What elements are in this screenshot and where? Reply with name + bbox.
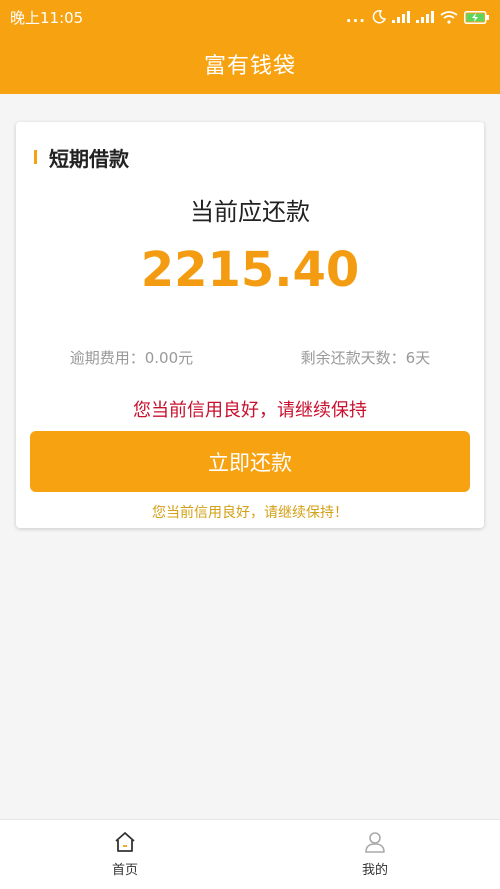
overdue-fee: 逾期费用：0.00元 xyxy=(69,349,194,367)
tab-mine[interactable]: 我的 xyxy=(250,820,500,889)
repay-now-button[interactable]: 立即还款 xyxy=(30,431,470,492)
signal-icon xyxy=(416,11,434,23)
card-title: 短期借款 xyxy=(49,146,129,171)
credit-status-message: 您当前信用良好，请继续保持 xyxy=(133,400,367,421)
info-row: 逾期费用：0.00元 剩余还款天数：6天 xyxy=(16,347,484,368)
bottom-tab-bar: 首页 我的 xyxy=(0,819,500,889)
loan-card: 短期借款 当前应还款 2215.40 逾期费用：0.00元 剩余还款天数：6天 … xyxy=(16,122,484,528)
page-title: 富有钱袋 xyxy=(203,54,296,79)
status-bar: 晚上11:05 ... xyxy=(0,0,500,34)
user-icon xyxy=(365,832,385,853)
app-header: 富有钱袋 xyxy=(0,34,500,94)
due-amount: 2215.40 xyxy=(140,242,360,298)
credit-footer-message: 您当前信用良好，请继续保持！ xyxy=(152,505,348,521)
card-header: 短期借款 xyxy=(34,144,129,171)
days-remaining: 剩余还款天数：6天 xyxy=(300,349,431,367)
signal-icon xyxy=(392,11,410,23)
wifi-icon xyxy=(440,10,458,24)
status-dots: ... xyxy=(345,8,366,26)
status-time: 晚上11:05 xyxy=(10,8,84,27)
home-icon xyxy=(115,832,135,852)
title-accent-bar xyxy=(34,150,37,164)
tab-mine-label: 我的 xyxy=(361,863,388,878)
status-icons: ... xyxy=(346,8,490,26)
moon-icon xyxy=(372,10,386,24)
tab-home-label: 首页 xyxy=(111,863,138,878)
tab-home[interactable]: 首页 xyxy=(0,820,250,889)
battery-charging-icon xyxy=(464,10,489,24)
due-label: 当前应还款 xyxy=(190,198,310,226)
